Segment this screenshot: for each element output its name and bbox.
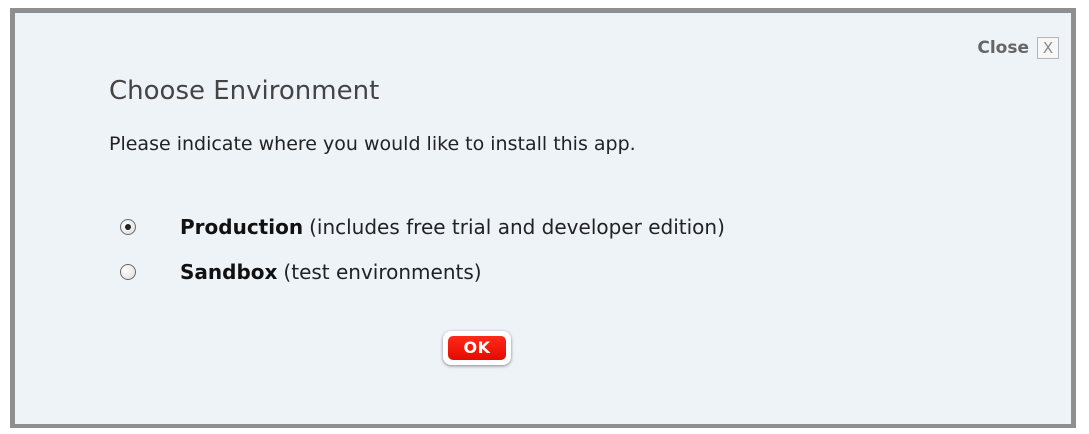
production-label: Production: [180, 215, 304, 239]
dialog-title: Choose Environment: [109, 76, 380, 106]
close-label[interactable]: Close: [977, 38, 1029, 58]
production-option[interactable]: Production (includes free trial and deve…: [120, 215, 725, 239]
sandbox-option[interactable]: Sandbox (test environments): [120, 260, 482, 284]
sandbox-label: Sandbox: [180, 260, 278, 284]
ok-button-label: OK: [448, 336, 506, 360]
production-radio[interactable]: [120, 219, 136, 235]
close-control[interactable]: Close X: [977, 37, 1059, 59]
close-icon[interactable]: X: [1037, 37, 1059, 59]
sandbox-description: (test environments): [283, 260, 482, 284]
sandbox-radio[interactable]: [120, 264, 136, 280]
production-description: (includes free trial and developer editi…: [309, 215, 725, 239]
choose-environment-dialog: Close X Choose Environment Please indica…: [10, 8, 1076, 428]
instructions-text: Please indicate where you would like to …: [109, 133, 636, 155]
ok-button[interactable]: OK: [443, 331, 511, 365]
